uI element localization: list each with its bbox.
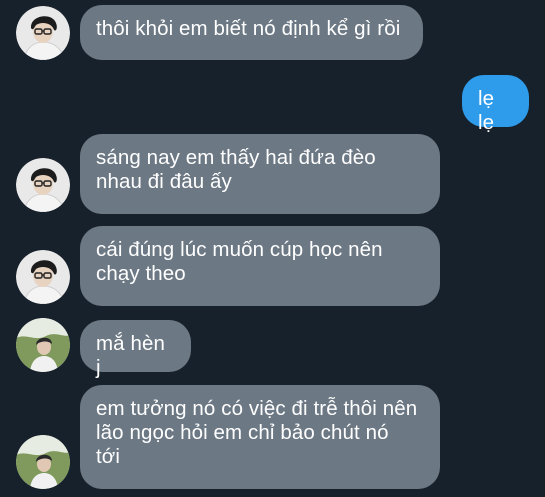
message-bubble-outgoing[interactable]: lẹ lẹ [462,75,529,134]
message-bubble-incoming[interactable]: mắ hèn j [80,320,191,379]
message-bubble-incoming[interactable]: sáng nay em thấy hai đứa đèo nhau đi đâu… [80,134,440,214]
avatar[interactable] [16,250,70,304]
message-bubble-incoming[interactable]: em tưởng nó có việc đi trễ thôi nên lão … [80,385,440,489]
avatar-glasses-icon [16,6,70,60]
avatar[interactable] [16,318,70,372]
avatar-outdoor-icon [16,318,70,372]
avatar[interactable] [16,158,70,212]
avatar-outdoor-icon [16,435,70,489]
avatar[interactable] [16,435,70,489]
avatar-glasses-icon [16,158,70,212]
avatar-glasses-icon [16,250,70,304]
chat-message-list[interactable]: thôi khỏi em biết nó định kể gì rồi lẹ l… [0,0,545,497]
message-bubble-incoming[interactable]: thôi khỏi em biết nó định kể gì rồi [80,5,423,60]
message-bubble-incoming[interactable]: cái đúng lúc muốn cúp học nên chạy theo [80,226,440,306]
avatar[interactable] [16,6,70,60]
